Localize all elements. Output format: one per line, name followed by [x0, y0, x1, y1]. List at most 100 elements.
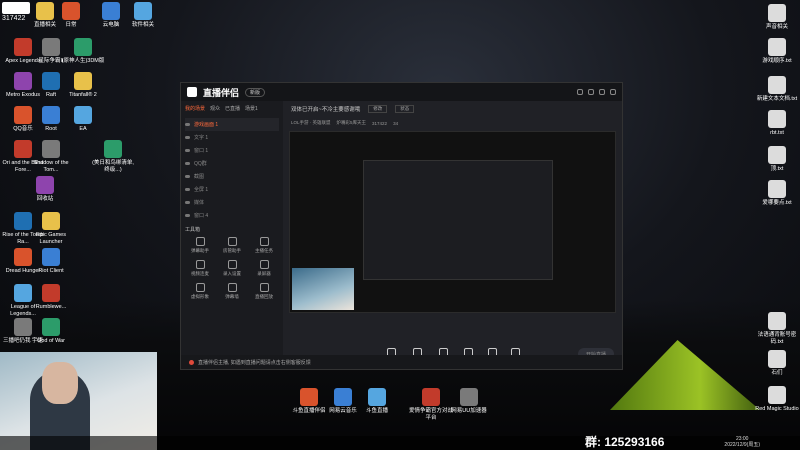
tool-button[interactable]: 录入设置 — [217, 260, 247, 277]
stream-info-header: 双体已开启~不冷主要感谢哦 修改 状态 — [283, 101, 622, 117]
scene-label: 窗口 1 — [194, 148, 209, 154]
app-icon — [768, 180, 786, 198]
tool-button[interactable]: 弹幕助手 — [185, 237, 215, 254]
tool-label: 录屏器 — [257, 271, 271, 276]
desktop-icon[interactable]: Riot Client — [28, 248, 74, 275]
streaming-app-window[interactable]: 直播伴侣 新版 我的场景 观众 已直播 场景1 游戏画面 1 文字 1 窗口 1 QQ群截图… — [180, 82, 623, 370]
desktop-icon-label: 斗鱼直播 — [365, 408, 388, 414]
app-titlebar[interactable]: 直播伴侣 新版 — [181, 83, 622, 101]
desktop-icon-label: 声音相关 — [765, 24, 788, 30]
app-icon — [460, 388, 478, 406]
scene-item[interactable]: 窗口 1 — [185, 144, 279, 157]
category-chip[interactable]: LOL手游 · 英雄联盟 — [291, 120, 331, 126]
app-icon — [42, 140, 60, 158]
desktop-icon[interactable]: Rumblewe... — [28, 284, 74, 311]
settings-icon[interactable] — [588, 89, 594, 95]
sidebar-tabs: 我的场景 观众 已直播 场景1 — [185, 105, 279, 112]
tool-button[interactable]: 直播回放 — [249, 283, 279, 300]
scene-item[interactable]: 媒体 — [185, 196, 279, 209]
close-icon[interactable] — [610, 89, 616, 95]
tool-button[interactable]: 视频连麦 — [185, 260, 215, 277]
scene-item[interactable]: 游戏画面 1 — [185, 118, 279, 131]
app-icon — [768, 110, 786, 128]
scene-item[interactable]: 全屏 1 — [185, 183, 279, 196]
status-bar: 直播伴侣主播, 如遇到直播问题请点击右侧客服反馈 — [181, 355, 622, 369]
tool-label: 录入设置 — [223, 271, 241, 276]
eye-icon[interactable] — [185, 123, 190, 126]
app-icon — [62, 2, 80, 20]
desktop-icon[interactable]: Epic Games Launcher — [28, 212, 74, 245]
desktop-icon[interactable]: 石们 — [754, 350, 800, 377]
desktop-icon[interactable]: Red Magic Studio — [754, 386, 800, 413]
eye-icon[interactable] — [185, 136, 190, 139]
eye-icon[interactable] — [185, 201, 190, 204]
app-icon — [300, 388, 318, 406]
tool-icon — [259, 283, 269, 292]
desktop-icon[interactable]: 回收站 — [22, 176, 68, 203]
desktop-icon-label: 网易UU加速器 — [451, 408, 487, 414]
preview-webcam — [292, 268, 354, 310]
desktop-icon[interactable]: 斗鱼直播 — [354, 388, 400, 415]
tool-button[interactable]: 虚拟形象 — [185, 283, 215, 300]
scene-item[interactable]: 窗口 4 — [185, 209, 279, 222]
desktop-icon[interactable]: (原神人生)3DM版 — [60, 38, 106, 65]
app-icon — [42, 318, 60, 336]
minimize-icon[interactable] — [599, 89, 605, 95]
desktop-icon[interactable]: 新建文本文档.txt — [754, 76, 800, 103]
eye-icon[interactable] — [185, 149, 190, 152]
tool-label: 主播任务 — [255, 248, 273, 253]
desktop-icon-label: Epic Games Launcher — [36, 232, 66, 245]
toolbox-title: 工具箱 — [185, 227, 201, 233]
desktop-icon[interactable]: God of War — [28, 318, 74, 345]
desktop-icon[interactable]: (美日和鸟绑清单, 终级...) — [90, 140, 136, 173]
scene-item[interactable]: QQ群 — [185, 157, 279, 170]
desktop-icon[interactable]: 网易UU加速器 — [446, 388, 492, 415]
app-icon — [74, 38, 92, 56]
stream-preview[interactable] — [289, 131, 616, 313]
app-icon — [768, 350, 786, 368]
window-controls — [577, 89, 616, 95]
desktop-icon[interactable]: 爱哪要点.txt — [754, 180, 800, 207]
desktop-icon-label: rbt.txt — [770, 130, 784, 136]
sidebar-tab[interactable]: 场景1 — [245, 105, 258, 112]
status-message: 直播伴侣主播, 如遇到直播问题请点击右侧客服反馈 — [198, 359, 311, 366]
eye-icon[interactable] — [185, 214, 190, 217]
sidebar-tab[interactable]: 我的场景 — [185, 105, 205, 112]
edit-title-chip[interactable]: 修改 — [368, 105, 388, 113]
desktop-icon[interactable]: EA — [60, 106, 106, 133]
desktop-icon[interactable]: 顶.txt — [754, 146, 800, 173]
scene-item[interactable]: 截图 — [185, 170, 279, 183]
eye-icon[interactable] — [185, 188, 190, 191]
sidebar-tab[interactable]: 已直播 — [225, 105, 240, 112]
desktop-icon-label: EA — [79, 126, 87, 132]
status-chip[interactable]: 状态 — [395, 105, 415, 113]
desktop-icon[interactable]: 软件相关 — [120, 2, 166, 29]
skin-icon[interactable] — [577, 89, 583, 95]
taskbar-clock[interactable]: 23:00 2022/12/9(周五) — [724, 436, 760, 448]
app-icon — [42, 284, 60, 302]
eye-icon[interactable] — [185, 175, 190, 178]
desktop-icon[interactable]: Shadow of the Tom... — [28, 140, 74, 173]
tool-label: 房管助手 — [223, 248, 241, 253]
desktop-icon[interactable]: Titanfall® 2 — [60, 72, 106, 99]
nested-preview — [363, 160, 553, 280]
desktop-icon[interactable]: 法语通背账号密码.txt — [754, 312, 800, 345]
tool-button[interactable]: 主播任务 — [249, 237, 279, 254]
stream-title[interactable]: 双体已开启~不冷主要感谢哦 — [291, 105, 360, 113]
version-badge[interactable]: 新版 — [245, 87, 266, 97]
tool-button[interactable]: 房管助手 — [217, 237, 247, 254]
eye-icon[interactable] — [185, 162, 190, 165]
scene-list: 游戏画面 1 文字 1 窗口 1 QQ群截图全屏 1 媒体 窗口 4 — [185, 118, 279, 222]
tool-button[interactable]: 录屏器 — [249, 260, 279, 277]
desktop-icon[interactable]: 游戏顺序.txt — [754, 38, 800, 65]
app-icon — [768, 312, 786, 330]
desktop-icon[interactable]: 声音相关 — [754, 4, 800, 31]
sidebar-tab[interactable]: 观众 — [210, 105, 220, 112]
tool-button[interactable]: 弹幕墙 — [217, 283, 247, 300]
scene-label: 截图 — [194, 174, 205, 180]
desktop-icon-label: (美日和鸟绑清单, 终级...) — [92, 160, 134, 173]
scene-item[interactable]: 文字 1 — [185, 131, 279, 144]
room-name: 炉嘴彩5库天王 — [336, 120, 367, 125]
app-icon — [42, 38, 60, 56]
desktop-icon[interactable]: rbt.txt — [754, 110, 800, 137]
